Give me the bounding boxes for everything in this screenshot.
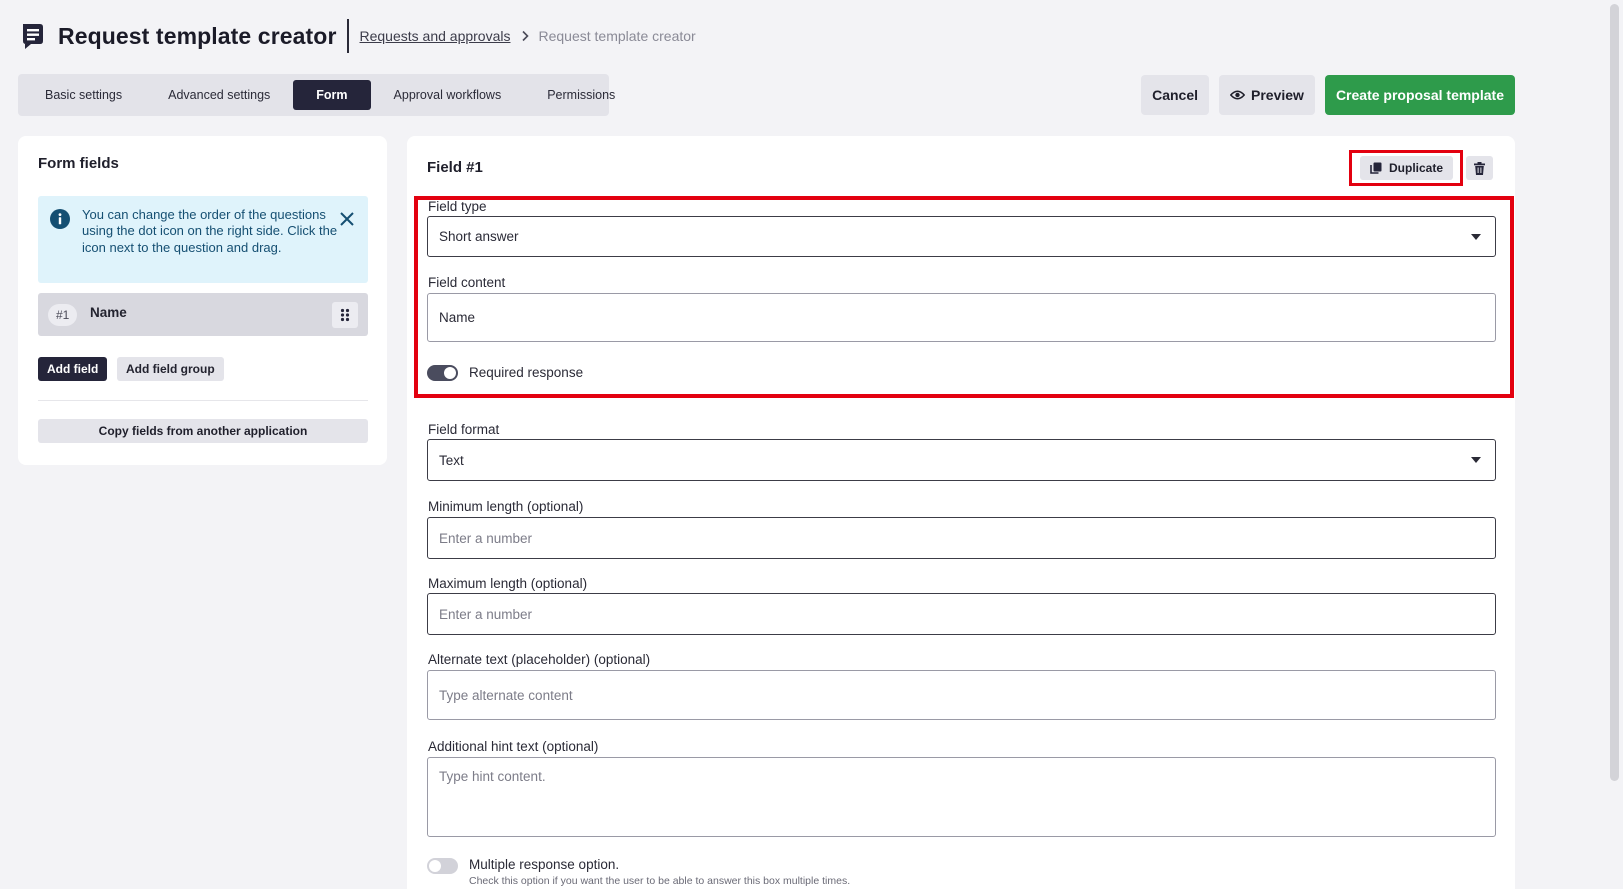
- form-fields-panel: Form fields You can change the order of …: [18, 136, 387, 465]
- close-icon[interactable]: [340, 212, 354, 226]
- info-banner: You can change the order of the question…: [38, 196, 368, 283]
- delete-field-button[interactable]: [1466, 156, 1493, 180]
- toggle-knob: [444, 367, 456, 379]
- page-scrollbar[interactable]: [1610, 4, 1619, 781]
- field-editor-panel: Field #1 Duplicate Field type Short answ…: [407, 136, 1515, 889]
- page-title: Request template creator: [58, 22, 337, 49]
- hint-text-label: Additional hint text (optional): [428, 739, 599, 754]
- header-actions: Cancel Preview Create proposal template: [1141, 75, 1515, 115]
- field-number-badge: #1: [48, 304, 78, 326]
- alt-text-label: Alternate text (placeholder) (optional): [428, 652, 651, 667]
- trash-icon: [1474, 161, 1485, 175]
- required-response-toggle[interactable]: [427, 365, 458, 381]
- min-length-label: Minimum length (optional): [428, 499, 584, 514]
- duplicate-button-label: Duplicate: [1389, 161, 1444, 175]
- field-item-name: Name: [90, 305, 127, 320]
- add-field-button[interactable]: Add field: [38, 357, 108, 381]
- hint-text-textarea[interactable]: Type hint content.: [427, 757, 1496, 837]
- toggle-knob: [429, 860, 441, 872]
- tab-basic-settings[interactable]: Basic settings: [22, 80, 145, 110]
- eye-icon: [1230, 90, 1245, 100]
- copy-icon: [1370, 162, 1382, 174]
- divider: [38, 400, 368, 401]
- tab-permissions[interactable]: Permissions: [524, 80, 638, 110]
- info-banner-text: You can change the order of the question…: [82, 207, 338, 255]
- caret-down-icon: [1471, 457, 1481, 463]
- page-header: Request template creator Requests and ap…: [20, 18, 696, 54]
- cancel-button[interactable]: Cancel: [1141, 75, 1209, 115]
- multiple-response-description: Check this option if you want the user t…: [469, 875, 851, 887]
- preview-button[interactable]: Preview: [1219, 75, 1315, 115]
- add-field-group-button[interactable]: Add field group: [117, 357, 224, 381]
- required-response-label: Required response: [469, 365, 584, 380]
- tab-approval-workflows[interactable]: Approval workflows: [371, 80, 525, 110]
- form-field-item[interactable]: #1 Name: [38, 293, 368, 336]
- form-fields-heading: Form fields: [38, 155, 119, 172]
- copy-fields-button[interactable]: Copy fields from another application: [38, 419, 368, 443]
- alt-text-input[interactable]: Type alternate content: [427, 670, 1496, 720]
- field-format-select[interactable]: Text: [427, 439, 1496, 481]
- field-content-value: Name: [439, 310, 476, 325]
- tab-form[interactable]: Form: [293, 80, 371, 110]
- breadcrumb-requests-link[interactable]: Requests and approvals: [360, 28, 511, 44]
- caret-down-icon: [1471, 233, 1481, 240]
- multiple-response-toggle[interactable]: [427, 858, 458, 874]
- title-divider: [346, 19, 349, 53]
- drag-handle-icon[interactable]: [332, 302, 358, 328]
- field-format-value: Text: [439, 452, 464, 468]
- field-content-input[interactable]: Name: [427, 293, 1496, 342]
- max-length-label: Maximum length (optional): [428, 576, 588, 591]
- breadcrumb-current: Request template creator: [538, 28, 696, 44]
- request-template-logo-icon: [23, 24, 43, 49]
- preview-button-label: Preview: [1251, 87, 1304, 103]
- settings-tabs: Basic settings Advanced settings Form Ap…: [18, 74, 615, 116]
- min-length-input[interactable]: Enter a number: [427, 517, 1496, 559]
- field-format-label: Field format: [428, 422, 500, 437]
- chevron-right-icon: [521, 30, 529, 42]
- field-type-value: Short answer: [439, 229, 519, 244]
- tab-advanced-settings[interactable]: Advanced settings: [145, 80, 293, 110]
- max-length-input[interactable]: Enter a number: [427, 593, 1496, 635]
- field-editor-title: Field #1: [427, 159, 483, 176]
- duplicate-button[interactable]: Duplicate: [1360, 156, 1454, 180]
- field-type-select[interactable]: Short answer: [427, 216, 1496, 257]
- field-type-label: Field type: [428, 199, 487, 214]
- info-icon: [50, 209, 70, 229]
- field-content-label: Field content: [428, 275, 506, 290]
- create-proposal-template-button[interactable]: Create proposal template: [1324, 75, 1515, 115]
- multiple-response-label: Multiple response option.: [469, 857, 620, 872]
